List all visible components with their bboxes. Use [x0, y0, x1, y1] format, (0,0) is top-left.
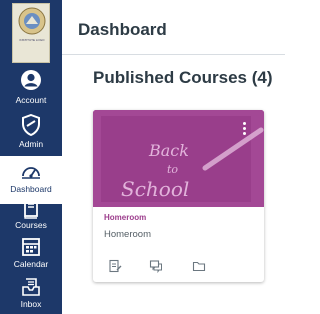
inbox-icon: [22, 278, 40, 296]
hero-text-back: Back: [148, 141, 189, 160]
nav-item-admin[interactable]: Admin: [0, 112, 62, 160]
nav-label-inbox: Inbox: [20, 299, 42, 309]
assignments-icon[interactable]: [108, 259, 122, 273]
institution-logo[interactable]: INSTITUTE LOGO: [12, 3, 50, 63]
nav-label-account: Account: [15, 95, 47, 105]
global-navigation: INSTITUTE LOGO Account Admin Dashboard C…: [0, 0, 62, 314]
calendar-icon: [22, 238, 40, 256]
published-courses-heading: Published Courses (4): [93, 68, 273, 87]
nav-label-dashboard: Dashboard: [10, 184, 52, 194]
nav-label-admin: Admin: [18, 139, 44, 149]
nav-item-account[interactable]: Account: [0, 66, 62, 114]
dashboard-icon: [22, 167, 40, 179]
seal-icon: [18, 7, 46, 35]
nav-label-courses: Courses: [15, 220, 47, 230]
hero-text-to: to: [167, 163, 178, 176]
course-card-code: Homeroom: [104, 229, 151, 240]
admin-icon: [22, 114, 40, 136]
files-icon[interactable]: [192, 259, 206, 273]
page-title: Dashboard: [78, 20, 167, 39]
nav-label-calendar: Calendar: [13, 259, 49, 269]
course-card-image: Back to School: [93, 110, 264, 207]
page-header: Dashboard: [62, 0, 285, 55]
course-options-icon[interactable]: [242, 122, 248, 138]
nav-item-inbox[interactable]: Inbox: [0, 275, 62, 314]
courses-icon: [24, 199, 38, 219]
course-card[interactable]: Back to School Homeroom Homeroom: [93, 110, 264, 282]
discussions-icon[interactable]: [149, 259, 163, 273]
course-card-name[interactable]: Homeroom: [104, 213, 146, 222]
logo-text: INSTITUTE LOGO: [19, 38, 45, 42]
account-icon: [21, 70, 41, 90]
course-card-hero[interactable]: Back to School: [93, 110, 264, 207]
hero-text-school: School: [121, 177, 189, 201]
